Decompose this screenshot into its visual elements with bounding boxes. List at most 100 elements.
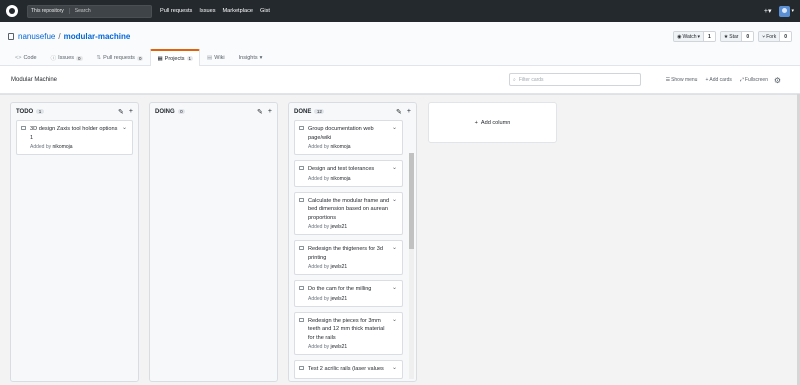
chevron-down-icon[interactable]: ⌄ [392, 364, 397, 371]
column-count: 12 [314, 109, 325, 114]
card-meta: Added by nikomoja [30, 144, 121, 150]
column-header: TODO 1 ✎ + [11, 103, 138, 120]
note-icon [299, 286, 304, 290]
pencil-icon[interactable]: ✎ [118, 108, 124, 116]
plus-icon[interactable]: + [407, 108, 411, 116]
tab-label: Wiki [214, 55, 225, 61]
project-card[interactable]: 3D design Zaxis tool holder options 1 Ad… [16, 120, 133, 155]
note-icon [299, 246, 304, 250]
project-card[interactable]: Design and test tolerances Added by niko… [294, 160, 403, 187]
plus-icon: + [705, 77, 709, 83]
repo-title: nanusefue / modular-machine [8, 32, 130, 41]
card-user[interactable]: nikomoja [53, 144, 73, 150]
note-icon [299, 126, 304, 130]
card-user[interactable]: jewls21 [331, 344, 348, 350]
project-card[interactable]: Test 2 acrilic rails (laser values ⌄ [294, 360, 403, 379]
show-menu-label: Show menu [671, 77, 698, 83]
star-button[interactable]: ★ Star 0 [719, 31, 755, 42]
issue-icon: ⓘ [50, 56, 57, 62]
project-card[interactable]: Do the cam for the milling Added by jewl… [294, 280, 403, 307]
code-icon: <> [15, 55, 22, 61]
tab-pull-requests[interactable]: ⇅ Pull requests 0 [90, 49, 151, 66]
user-menu[interactable]: ▾ [779, 5, 794, 17]
search-box[interactable]: This repository Search [27, 4, 152, 18]
card-user[interactable]: jewls21 [331, 264, 348, 270]
gear-icon[interactable]: ⚙ [774, 76, 781, 85]
repo-actions: ◉ Watch ▾ 1 ★ Star 0 ⑂ Fork 0 [673, 31, 792, 42]
project-card[interactable]: Redesign the pieces for 3mm teeth and 12… [294, 311, 403, 355]
repo-name-link[interactable]: modular-machine [64, 32, 131, 41]
column-count: 0 [177, 109, 186, 114]
scrollbar-thumb[interactable] [409, 153, 414, 249]
tab-wiki[interactable]: ▤ Wiki [200, 49, 232, 66]
plus-icon[interactable]: + [129, 108, 133, 116]
menu-icon: ☰ [665, 77, 671, 83]
chevron-down-icon[interactable]: ⌄ [392, 316, 397, 323]
tab-issues[interactable]: ⓘ Issues 0 [44, 49, 90, 66]
project-header: Modular Machine ⌕ Filter cards ☰ Show men… [0, 66, 800, 94]
project-card[interactable]: Calculate the modular frame and bed dime… [294, 191, 403, 235]
star-label: Star [729, 33, 739, 40]
chevron-down-icon[interactable]: ⌄ [122, 124, 127, 131]
watch-count[interactable]: 1 [703, 32, 715, 41]
tab-label: Issues [58, 55, 75, 61]
project-card[interactable]: Group documentation web page/wiki Added … [294, 120, 403, 155]
card-title: Redesign the thigteners for 3d printing [308, 246, 383, 261]
repo-owner-link[interactable]: nanusefue [18, 32, 55, 41]
card-user[interactable]: jewls21 [331, 224, 348, 230]
filter-cards-input[interactable]: ⌕ Filter cards [509, 73, 641, 86]
fullscreen-button[interactable]: ⤢ Fullscreen [740, 77, 768, 83]
add-cards-label: Add cards [709, 77, 732, 83]
card-title: Redesign the pieces for 3mm teeth and 12… [308, 317, 385, 341]
repo-tabs: <> Code ⓘ Issues 0 ⇅ Pull requests 0 ▦ P… [8, 49, 269, 66]
avatar[interactable] [779, 5, 791, 17]
chevron-down-icon: ▾ [259, 55, 263, 61]
add-column-button[interactable]: + Add column [428, 102, 557, 143]
add-cards-button[interactable]: + Add cards [705, 77, 731, 83]
nav-pull-requests[interactable]: Pull requests [160, 8, 192, 14]
search-input[interactable]: Search [75, 8, 91, 14]
nav-gist[interactable]: Gist [260, 8, 270, 14]
card-meta: Added by jewls21 [308, 224, 391, 230]
tab-insights[interactable]: Insights ▾ [232, 49, 270, 66]
card-title: Calculate the modular frame and bed dime… [308, 197, 390, 221]
fork-count[interactable]: 0 [780, 32, 791, 41]
star-count[interactable]: 0 [742, 32, 754, 41]
note-icon [299, 317, 304, 322]
header-right: +▾ ▾ [764, 5, 794, 17]
plus-icon[interactable]: + [268, 108, 272, 116]
note-icon [299, 366, 304, 370]
project-board: TODO 1 ✎ + 3D design Zaxis tool holder o… [0, 94, 800, 385]
pencil-icon[interactable]: ✎ [396, 108, 402, 116]
card-user[interactable]: jewls21 [331, 296, 348, 302]
github-logo-icon[interactable] [6, 5, 18, 17]
column-count: 1 [36, 109, 44, 114]
star-icon: ★ [723, 33, 729, 40]
pencil-icon[interactable]: ✎ [257, 108, 263, 116]
chevron-down-icon[interactable]: ⌄ [392, 244, 397, 251]
nav-issues[interactable]: Issues [199, 8, 215, 14]
plus-icon[interactable]: +▾ [764, 7, 772, 15]
eye-icon: ◉ [677, 33, 682, 40]
tab-code[interactable]: <> Code [8, 49, 44, 66]
card-meta: Added by jewls21 [308, 296, 391, 302]
card-user[interactable]: nikomoja [331, 176, 351, 182]
fork-button[interactable]: ⑂ Fork 0 [758, 31, 792, 42]
repo-header: nanusefue / modular-machine ◉ Watch ▾ 1 ★ S… [0, 22, 800, 66]
nav-marketplace[interactable]: Marketplace [223, 8, 253, 14]
chevron-down-icon[interactable]: ⌄ [392, 124, 397, 131]
chevron-down-icon[interactable]: ⌄ [392, 164, 397, 171]
column-scrollbar[interactable] [409, 153, 414, 379]
tab-label: Pull requests [103, 55, 135, 61]
project-card[interactable]: Redesign the thigteners for 3d printing … [294, 240, 403, 275]
watch-button[interactable]: ◉ Watch ▾ 1 [673, 31, 716, 42]
card-user[interactable]: nikomoja [331, 144, 351, 150]
tab-label: Code [23, 55, 37, 61]
fork-icon: ⑂ [762, 33, 766, 40]
tab-projects[interactable]: ▦ Projects 1 [150, 49, 201, 66]
column-done: DONE 12 ✎ + Group documentation web page… [288, 102, 417, 382]
show-menu-button[interactable]: ☰ Show menu [666, 77, 698, 83]
chevron-down-icon[interactable]: ⌄ [392, 196, 397, 203]
chevron-down-icon[interactable]: ⌄ [392, 284, 397, 291]
added-by-label: Added by [308, 224, 330, 230]
